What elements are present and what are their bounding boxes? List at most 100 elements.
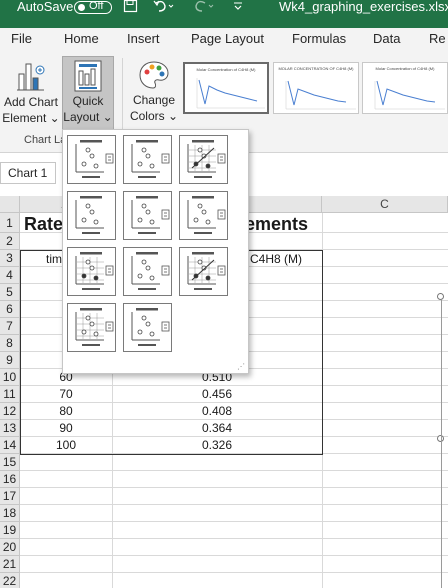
cell-b14[interactable]: 0.326 [112, 437, 322, 454]
save-icon[interactable] [123, 0, 138, 16]
cell-a3[interactable]: tim [46, 251, 62, 268]
row-header-13[interactable]: 13 [0, 420, 20, 437]
document-title: Wk4_graphing_exercises.xlsx [279, 0, 448, 14]
chart-style-1[interactable]: Molar Concentration of C4H8 (M) [183, 62, 269, 114]
row-header-20[interactable]: 20 [0, 539, 20, 556]
undo-icon[interactable] [153, 0, 175, 16]
row-header-16[interactable]: 16 [0, 471, 20, 488]
column-header-c[interactable]: C [322, 196, 448, 213]
cell-a13[interactable]: 90 [20, 420, 112, 437]
row-header-5[interactable]: 5 [0, 284, 20, 301]
quick-layout-2[interactable] [123, 135, 172, 184]
row-header-7[interactable]: 7 [0, 318, 20, 335]
quick-layout-6[interactable] [179, 191, 228, 240]
row-header-4[interactable]: 4 [0, 267, 20, 284]
layout-preview-icon [75, 252, 114, 290]
quick-layout-button[interactable]: Quick Layout ⌄ [62, 56, 114, 130]
cell-b11[interactable]: 0.456 [112, 386, 322, 403]
quick-layout-5[interactable] [123, 191, 172, 240]
row-header-9[interactable]: 9 [0, 352, 20, 369]
tab-formulas[interactable]: Formulas [292, 31, 346, 46]
customize-quick-access-icon[interactable] [233, 0, 243, 16]
quick-layout-9[interactable] [179, 247, 228, 296]
row-header-8[interactable]: 8 [0, 335, 20, 352]
layout-preview-icon [131, 196, 170, 234]
change-colors-button[interactable]: Change Colors ⌄ [128, 58, 180, 130]
cell-b1[interactable]: ements [245, 213, 308, 235]
quick-layout-1[interactable] [67, 135, 116, 184]
cell-b13[interactable]: 0.364 [112, 420, 322, 437]
row-header-21[interactable]: 21 [0, 556, 20, 573]
row-header-11[interactable]: 11 [0, 386, 20, 403]
grid-line [20, 470, 448, 471]
quick-layout-10[interactable] [67, 303, 116, 352]
chart-style-preview [374, 80, 445, 110]
row-header-18[interactable]: 18 [0, 505, 20, 522]
chevron-down-icon: ⌄ [102, 110, 113, 124]
chart-style-2[interactable]: MOLAR CONCENTRATION OF C4H8 (M) [273, 62, 359, 114]
toggle-knob [78, 4, 85, 11]
chart-layouts-group-label: Chart La [24, 134, 67, 146]
tab-file[interactable]: File [11, 31, 32, 46]
change-colors-label-1: Change [132, 93, 176, 107]
change-colors-label-2: Colors [129, 109, 165, 123]
quick-layout-4[interactable] [67, 191, 116, 240]
row-header-14[interactable]: 14 [0, 437, 20, 454]
tab-data[interactable]: Data [373, 31, 400, 46]
tab-review[interactable]: Re [429, 31, 446, 46]
quick-layout-8[interactable] [123, 247, 172, 296]
tab-home[interactable]: Home [64, 31, 99, 46]
add-chart-element-button[interactable]: Add Chart Element ⌄ [2, 58, 60, 130]
layout-preview-icon [131, 140, 170, 178]
add-chart-element-label-1: Add Chart [3, 95, 59, 109]
toggle-state: Off [89, 0, 104, 12]
grid-line [20, 521, 448, 522]
cell-a1[interactable]: Rate [24, 213, 63, 235]
chevron-down-icon: ⌄ [49, 111, 60, 125]
grid-line [20, 555, 448, 556]
cell-a12[interactable]: 80 [20, 403, 112, 420]
cell-b3[interactable]: C4H8 (M) [250, 251, 302, 268]
row-header-19[interactable]: 19 [0, 522, 20, 539]
layout-preview-icon [187, 140, 226, 178]
redo-icon[interactable] [191, 0, 215, 16]
layout-preview-icon [75, 308, 114, 346]
quick-layout-icon [74, 60, 102, 92]
layout-preview-icon [75, 140, 114, 178]
row-header-3[interactable]: 3 [0, 250, 20, 267]
grid-line [20, 538, 448, 539]
quick-layout-3[interactable] [179, 135, 228, 184]
row-header-17[interactable]: 17 [0, 488, 20, 505]
ribbon-tabs: File Home Insert Page Layout Formulas Da… [0, 16, 448, 54]
autosave-label: AutoSave [17, 0, 74, 14]
layout-preview-icon [75, 196, 104, 234]
row-header-22[interactable]: 22 [0, 573, 20, 588]
cell-b12[interactable]: 0.408 [112, 403, 322, 420]
palette-icon [139, 61, 169, 89]
row-header-2[interactable]: 2 [0, 233, 20, 250]
tab-page-layout[interactable]: Page Layout [191, 31, 264, 46]
row-header-15[interactable]: 15 [0, 454, 20, 471]
chart-resize-handle[interactable] [437, 293, 444, 300]
row-header-12[interactable]: 12 [0, 403, 20, 420]
quick-layout-11[interactable] [123, 303, 172, 352]
name-box[interactable]: Chart 1 [0, 162, 56, 184]
cell-a11[interactable]: 70 [20, 386, 112, 403]
row-header-10[interactable]: 10 [0, 369, 20, 386]
grid-line [20, 504, 448, 505]
title-bar: AutoSave Off Wk4_graphing_exercises.xlsx [0, 0, 448, 16]
grid-line [20, 572, 448, 573]
name-box-value: Chart 1 [8, 166, 48, 180]
quick-layout-menu: ⋰ [62, 129, 249, 374]
quick-layout-label-1: Quick [72, 94, 104, 108]
autosave-toggle[interactable]: Off [74, 0, 112, 14]
cell-a14[interactable]: 100 [20, 437, 112, 454]
resize-grip-icon[interactable]: ⋰ [237, 362, 245, 371]
row-header-6[interactable]: 6 [0, 301, 20, 318]
tab-insert[interactable]: Insert [127, 31, 160, 46]
select-all-corner[interactable] [0, 196, 20, 213]
row-header-1[interactable]: 1 [0, 213, 20, 233]
chart-border [441, 300, 442, 588]
quick-layout-7[interactable] [67, 247, 116, 296]
chart-style-3[interactable]: Molar Concentration of C4H8 (M) [362, 62, 448, 114]
